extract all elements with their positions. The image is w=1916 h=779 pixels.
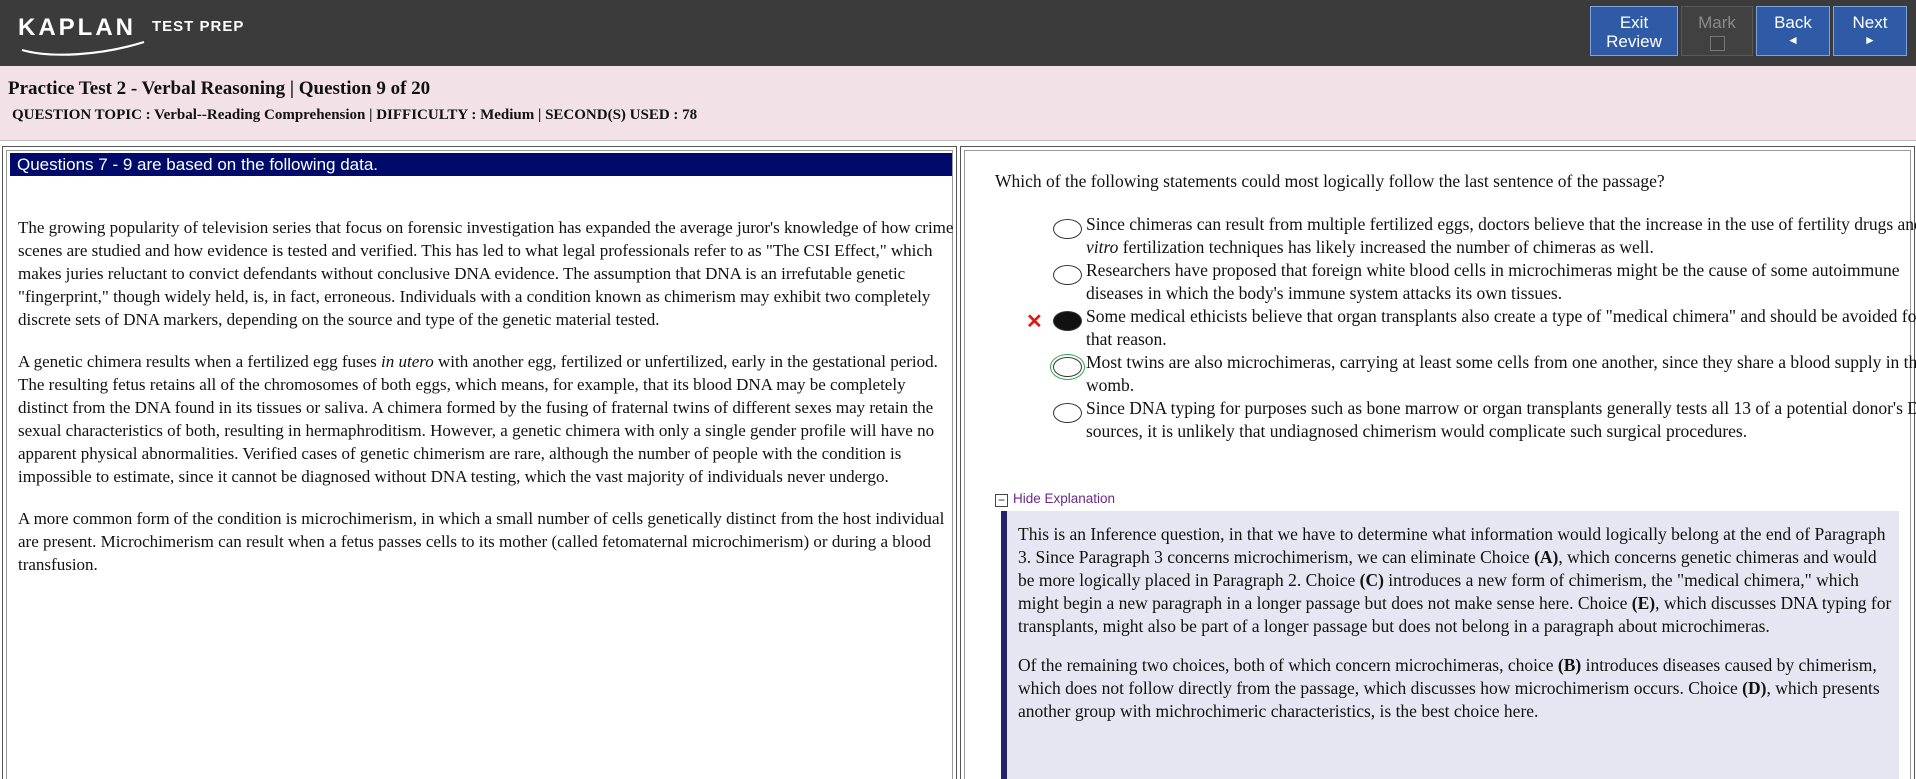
logo-swoosh-icon: [21, 40, 145, 56]
exit-review-label-1: Exit: [1619, 13, 1649, 32]
passage-p2-text-b: with another egg, fertilized or unfertil…: [18, 352, 938, 486]
question-panel: Which of the following statements could …: [960, 146, 1916, 779]
incorrect-x-icon: ✕: [1026, 311, 1043, 333]
back-label: Back: [1774, 13, 1812, 32]
exp1-choice-c: (C): [1359, 570, 1384, 590]
choice-e-text: Since DNA typing for purposes such as bo…: [1086, 398, 1916, 441]
logo-brand-name: KAPLAN: [18, 14, 136, 41]
explanation-paragraph-2: Of the remaining two choices, both of wh…: [1018, 654, 1893, 723]
hide-explanation-label: Hide Explanation: [1013, 491, 1116, 506]
exp2-choice-d: (D): [1742, 678, 1767, 698]
exit-review-label-2: Review: [1606, 32, 1662, 51]
passage-frame: Questions 7 - 9 are based on the followi…: [6, 150, 953, 779]
logo-subtitle: TEST PREP: [152, 18, 245, 35]
choice-a-text-a: Since chimeras can result from multiple …: [1086, 214, 1916, 234]
radio-choice-e[interactable]: [1053, 403, 1082, 423]
question-frame: Which of the following statements could …: [964, 150, 1916, 779]
radio-choice-c[interactable]: [1053, 311, 1082, 331]
hide-explanation-toggle[interactable]: − Hide Explanation: [995, 491, 1115, 507]
choice-a-text: Since chimeras can result from multiple …: [1086, 213, 1916, 259]
question-info-bar: Practice Test 2 - Verbal Reasoning | Que…: [0, 66, 1916, 141]
explanation-paragraph-1: This is an Inference question, in that w…: [1018, 523, 1893, 638]
answer-choice-a[interactable]: Since chimeras can result from multiple …: [991, 213, 1916, 257]
exp1-choice-e: (E): [1631, 593, 1656, 613]
back-button[interactable]: Back ◄: [1756, 6, 1830, 56]
passage-paragraph-3: A more common form of the condition is m…: [18, 509, 945, 574]
radio-choice-a[interactable]: [1053, 219, 1082, 239]
mark-button[interactable]: Mark: [1681, 6, 1753, 56]
top-toolbar: KAPLAN TEST PREP Exit Review Mark Back ◄…: [0, 0, 1916, 66]
answer-choice-d[interactable]: Most twins are also microchimeras, carry…: [991, 351, 1916, 395]
passage-panel: Questions 7 - 9 are based on the followi…: [2, 146, 957, 779]
passage-header: Questions 7 - 9 are based on the followi…: [10, 153, 952, 176]
radio-choice-d[interactable]: [1050, 354, 1085, 380]
passage-paragraph-2: A genetic chimera results when a fertili…: [18, 350, 958, 488]
answer-choice-c[interactable]: ✕ Some medical ethicists believe that or…: [991, 305, 1916, 349]
passage-paragraph-1: The growing popularity of television ser…: [18, 218, 954, 329]
mark-label: Mark: [1698, 13, 1736, 32]
question-meta: QUESTION TOPIC : Verbal--Reading Compreh…: [12, 107, 698, 123]
question-stem: Which of the following statements could …: [995, 171, 1665, 191]
collapse-minus-icon: −: [995, 494, 1008, 507]
answer-choice-b[interactable]: Researchers have proposed that foreign w…: [991, 259, 1900, 303]
passage-p2-text-a: A genetic chimera results when a fertili…: [18, 352, 382, 371]
next-label: Next: [1852, 13, 1888, 32]
explanation-box: This is an Inference question, in that w…: [1001, 511, 1899, 779]
test-title: Practice Test 2 - Verbal Reasoning | Que…: [8, 78, 431, 99]
exp2-choice-b: (B): [1557, 655, 1582, 675]
passage-text: The growing popularity of television ser…: [18, 216, 958, 595]
exp1-choice-a: (A): [1534, 547, 1559, 567]
passage-p2-italic: in utero: [381, 352, 434, 371]
left-arrow-icon: ◄: [1787, 33, 1799, 47]
choice-d-text: Most twins are also microchimeras, carry…: [1086, 352, 1916, 395]
choice-b-text: Researchers have proposed that foreign w…: [1086, 260, 1900, 303]
right-arrow-icon: ►: [1864, 33, 1876, 47]
choice-a-text-b: fertilization techniques has likely incr…: [1118, 237, 1654, 257]
mark-checkbox[interactable]: [1709, 36, 1725, 51]
choice-c-text: Some medical ethicists believe that orga…: [1086, 306, 1916, 349]
radio-choice-b[interactable]: [1053, 265, 1082, 285]
exit-review-button[interactable]: Exit Review: [1590, 6, 1678, 56]
answer-choice-e[interactable]: Since DNA typing for purposes such as bo…: [991, 397, 1916, 467]
next-button[interactable]: Next ►: [1833, 6, 1907, 56]
exp2-text-a: Of the remaining two choices, both of wh…: [1018, 655, 1558, 675]
